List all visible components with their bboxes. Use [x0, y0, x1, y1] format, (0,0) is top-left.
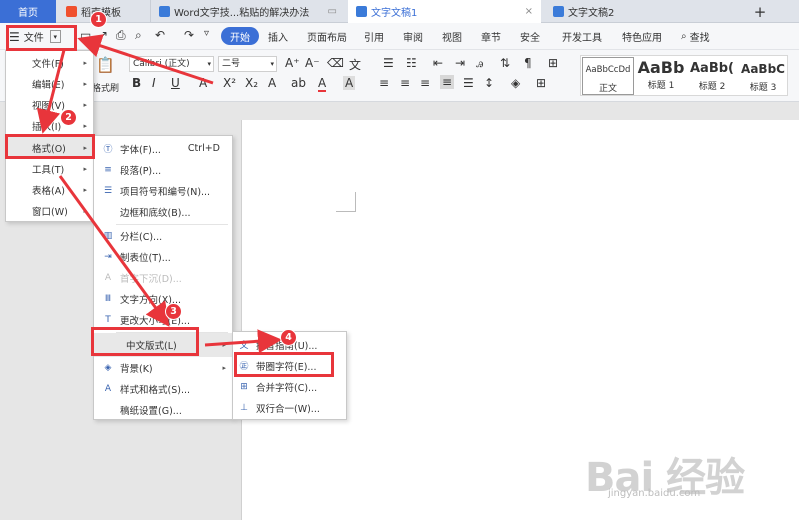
step-badge-4: 4 — [280, 329, 297, 346]
baidu-watermark-url: jingyan.baidu.com — [608, 488, 701, 499]
arrow-to-chinese-layout — [58, 175, 170, 327]
step-badge-1: 1 — [90, 11, 107, 28]
arrow-to-file-button — [77, 34, 214, 85]
step-badge-3: 3 — [165, 303, 182, 320]
annotation-arrows — [36, 34, 282, 354]
step-badge-2: 2 — [60, 109, 77, 126]
arrow-to-enclosed-chars — [204, 329, 282, 354]
